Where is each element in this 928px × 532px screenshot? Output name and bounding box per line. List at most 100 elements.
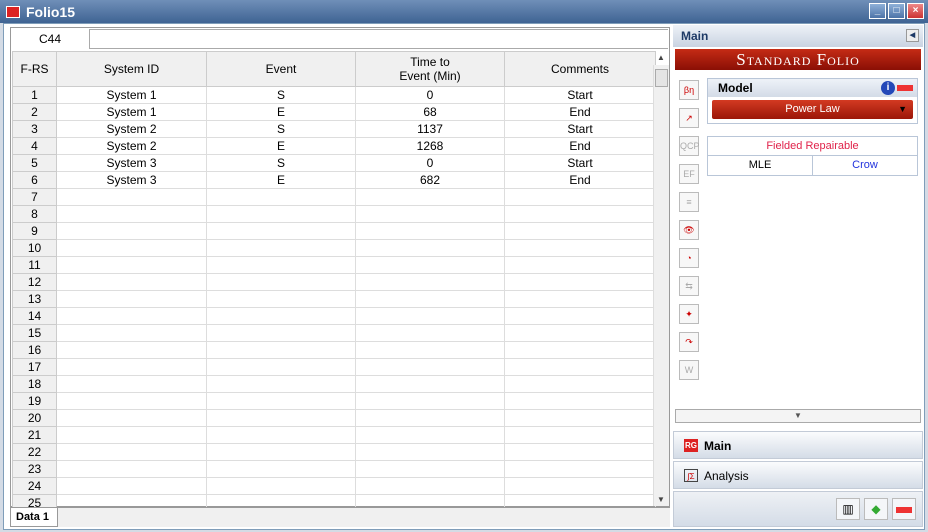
- cell[interactable]: [56, 222, 207, 240]
- cell[interactable]: [355, 256, 505, 274]
- cell[interactable]: S: [206, 154, 356, 172]
- cell[interactable]: 682: [355, 171, 505, 189]
- row-header[interactable]: 4: [12, 137, 57, 155]
- row-header[interactable]: 1: [12, 86, 57, 104]
- vertical-scrollbar[interactable]: ▲ ▼: [653, 53, 669, 506]
- collapse-icon[interactable]: ◀: [906, 29, 919, 42]
- cell[interactable]: [206, 222, 356, 240]
- cell[interactable]: [56, 477, 207, 495]
- cell[interactable]: [504, 273, 656, 291]
- cell[interactable]: [56, 460, 207, 478]
- cell[interactable]: [206, 290, 356, 308]
- method-crow[interactable]: Crow: [813, 156, 917, 175]
- row-header[interactable]: 24: [12, 477, 57, 495]
- column-header[interactable]: Comments: [504, 51, 656, 87]
- cell[interactable]: [504, 290, 656, 308]
- cell[interactable]: [504, 358, 656, 376]
- column-header[interactable]: F-RS: [12, 51, 57, 87]
- cell[interactable]: End: [504, 103, 656, 121]
- cell[interactable]: [504, 222, 656, 240]
- cell[interactable]: System 1: [56, 103, 207, 121]
- scroll-up-icon[interactable]: ▲: [657, 53, 665, 62]
- wizard-icon[interactable]: ✦: [679, 304, 699, 324]
- cell[interactable]: [355, 375, 505, 393]
- cell[interactable]: [355, 290, 505, 308]
- cell[interactable]: [355, 409, 505, 427]
- row-header[interactable]: 6: [12, 171, 57, 189]
- cell[interactable]: [206, 341, 356, 359]
- view-icon[interactable]: 👁: [679, 220, 699, 240]
- cell[interactable]: [206, 273, 356, 291]
- sheet-tab-data-1[interactable]: Data 1: [10, 508, 58, 527]
- cell[interactable]: 68: [355, 103, 505, 121]
- method-mle[interactable]: MLE: [708, 156, 813, 175]
- cell[interactable]: [504, 477, 656, 495]
- cell[interactable]: [504, 324, 656, 342]
- cell[interactable]: 0: [355, 154, 505, 172]
- cell[interactable]: [355, 273, 505, 291]
- cell[interactable]: 1268: [355, 137, 505, 155]
- cell[interactable]: [355, 460, 505, 478]
- cell[interactable]: [355, 222, 505, 240]
- cell[interactable]: [504, 375, 656, 393]
- row-header[interactable]: 11: [12, 256, 57, 274]
- cell[interactable]: [355, 426, 505, 444]
- cell[interactable]: [206, 460, 356, 478]
- cell[interactable]: [56, 324, 207, 342]
- cell[interactable]: [56, 426, 207, 444]
- scroll-thumb[interactable]: [655, 69, 668, 87]
- parameters-icon[interactable]: βη: [679, 80, 699, 100]
- row-header[interactable]: 2: [12, 103, 57, 121]
- cell-reference[interactable]: C44: [11, 28, 89, 50]
- cell[interactable]: [56, 409, 207, 427]
- cell[interactable]: [504, 239, 656, 257]
- sheet-view-icon[interactable]: ▥: [836, 498, 860, 520]
- cell[interactable]: [56, 358, 207, 376]
- cell[interactable]: [206, 477, 356, 495]
- column-header[interactable]: System ID: [56, 51, 207, 87]
- cell[interactable]: [355, 307, 505, 325]
- cell[interactable]: [504, 307, 656, 325]
- cell[interactable]: [56, 307, 207, 325]
- cell[interactable]: [56, 188, 207, 206]
- formula-bar[interactable]: [89, 29, 668, 49]
- cell[interactable]: Start: [504, 154, 656, 172]
- data-type[interactable]: Fielded Repairable: [708, 137, 917, 156]
- cell[interactable]: [206, 426, 356, 444]
- cell[interactable]: [206, 409, 356, 427]
- redo-icon[interactable]: ↷: [679, 332, 699, 352]
- nav-main[interactable]: RG Main: [673, 431, 923, 459]
- row-header[interactable]: 21: [12, 426, 57, 444]
- cell[interactable]: S: [206, 86, 356, 104]
- row-header[interactable]: 12: [12, 273, 57, 291]
- diagram-icon[interactable]: ◆: [864, 498, 888, 520]
- cell[interactable]: [56, 290, 207, 308]
- gauge-icon[interactable]: ◔: [679, 248, 699, 268]
- row-header[interactable]: 7: [12, 188, 57, 206]
- cell[interactable]: [56, 392, 207, 410]
- batch-icon[interactable]: ≡: [679, 192, 699, 212]
- row-header[interactable]: 10: [12, 239, 57, 257]
- expand-button[interactable]: ▼: [675, 409, 921, 423]
- minimize-panel-icon[interactable]: [897, 85, 913, 91]
- cell[interactable]: [206, 239, 356, 257]
- maximize-button[interactable]: □: [888, 3, 905, 19]
- cell[interactable]: System 2: [56, 137, 207, 155]
- nav-analysis[interactable]: ∫Σ Analysis: [673, 461, 923, 489]
- cell[interactable]: [355, 443, 505, 461]
- row-header[interactable]: 23: [12, 460, 57, 478]
- plot-icon[interactable]: ↗: [679, 108, 699, 128]
- cell[interactable]: S: [206, 120, 356, 138]
- cell[interactable]: End: [504, 171, 656, 189]
- cell[interactable]: [504, 205, 656, 223]
- cell[interactable]: Start: [504, 86, 656, 104]
- cell[interactable]: [56, 256, 207, 274]
- row-header[interactable]: 20: [12, 409, 57, 427]
- cell[interactable]: [355, 239, 505, 257]
- cell[interactable]: 1137: [355, 120, 505, 138]
- cell[interactable]: [355, 358, 505, 376]
- cell[interactable]: E: [206, 137, 356, 155]
- row-header[interactable]: 16: [12, 341, 57, 359]
- row-header[interactable]: 18: [12, 375, 57, 393]
- close-button[interactable]: ×: [907, 3, 924, 19]
